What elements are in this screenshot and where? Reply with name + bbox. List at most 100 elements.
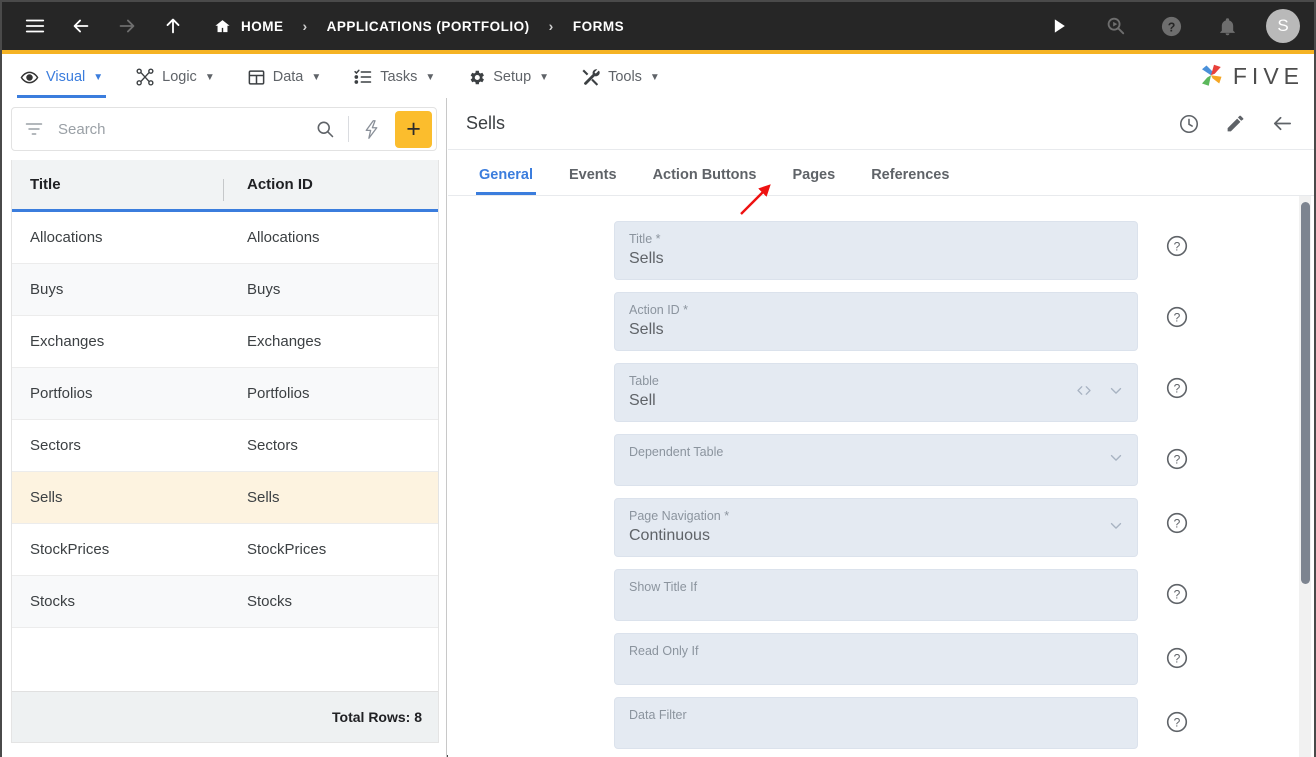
tab-general[interactable]: General <box>468 167 544 195</box>
chevron-down-icon[interactable] <box>1107 381 1125 404</box>
table-row[interactable]: StockPrices StockPrices <box>12 524 438 576</box>
eye-icon <box>20 68 39 87</box>
field-value: Sells <box>629 250 664 267</box>
field-label: Dependent Table <box>629 445 724 459</box>
page-title: Sells <box>466 113 506 133</box>
table-row[interactable]: Exchanges Exchanges <box>12 316 438 368</box>
menu-item-tasks[interactable]: Tasks ▼ <box>353 54 435 98</box>
breadcrumb-item-home[interactable]: HOME <box>241 19 284 34</box>
table-row[interactable]: Allocations Allocations <box>12 212 438 264</box>
menu-item-label: Visual <box>46 69 86 85</box>
menu-item-visual[interactable]: Visual ▼ <box>16 54 107 98</box>
form-row: Data Filter ? <box>448 697 1314 749</box>
column-header-title[interactable]: Title <box>12 176 224 201</box>
detail-header-actions <box>1178 112 1294 135</box>
tab-events[interactable]: Events <box>558 167 628 195</box>
code-brackets-icon[interactable] <box>1075 381 1093 404</box>
field-read-only-if[interactable]: Read Only If <box>614 633 1138 685</box>
tab-pages[interactable]: Pages <box>781 167 846 195</box>
menu-item-tools[interactable]: Tools ▼ <box>581 54 660 98</box>
field-show-title-if[interactable]: Show Title If <box>614 569 1138 621</box>
search-icon[interactable] <box>306 119 344 139</box>
pencil-edit-icon[interactable] <box>1225 113 1246 134</box>
field-label: Action ID * <box>629 303 689 317</box>
menu-item-label: Data <box>272 69 304 85</box>
field-page-navigation[interactable]: Page Navigation * Continuous <box>614 498 1138 557</box>
help-circle-icon[interactable]: ? <box>1165 511 1189 535</box>
help-circle-icon[interactable]: ? <box>1165 646 1189 670</box>
back-arrow-icon[interactable] <box>64 9 98 43</box>
breadcrumb-item-forms[interactable]: FORMS <box>573 19 624 34</box>
field-label: Page Navigation * <box>629 509 730 523</box>
form-row: Dependent Table ? <box>448 434 1314 486</box>
avatar[interactable]: S <box>1266 9 1300 43</box>
application-window: HOME › APPLICATIONS (PORTFOLIO) › FORMS … <box>0 0 1316 757</box>
five-logo-mark <box>1201 64 1222 86</box>
menu-item-label: Logic <box>162 69 197 85</box>
table-row-selected[interactable]: Sells Sells <box>12 472 438 524</box>
svg-text:?: ? <box>1174 382 1181 396</box>
field-action-id[interactable]: Action ID * Sells <box>614 292 1138 351</box>
up-arrow-icon[interactable] <box>156 9 190 43</box>
add-form-button[interactable]: + <box>395 110 432 148</box>
table-footer: Total Rows: 8 <box>12 691 438 742</box>
column-header-action-id[interactable]: Action ID <box>224 176 438 193</box>
field-label: Data Filter <box>629 708 687 722</box>
flash-lightning-icon[interactable] <box>353 119 390 140</box>
field-table[interactable]: Table Sell <box>614 363 1138 422</box>
menu-item-logic[interactable]: Logic ▼ <box>135 54 215 98</box>
hamburger-menu-icon[interactable] <box>18 9 52 43</box>
menu-item-setup[interactable]: Setup ▼ <box>467 54 549 98</box>
cell-title: Portfolios <box>30 385 93 402</box>
menu-item-label: Setup <box>493 69 532 85</box>
chevron-down-icon[interactable] <box>1107 449 1125 472</box>
help-circle-icon[interactable]: ? <box>1165 305 1189 329</box>
run-play-icon[interactable] <box>1042 9 1076 43</box>
search-bar: + <box>11 107 437 151</box>
table-body: Allocations Allocations Buys Buys Exchan… <box>12 212 438 691</box>
search-run-icon[interactable] <box>1098 9 1132 43</box>
menu-item-data[interactable]: Data ▼ <box>247 54 321 98</box>
menu-item-label: Tools <box>608 69 642 85</box>
help-circle-icon[interactable]: ? <box>1165 710 1189 734</box>
form-row: Table Sell ? <box>448 363 1314 422</box>
cell-title: Buys <box>30 281 64 298</box>
svg-text:?: ? <box>1174 517 1181 531</box>
tab-references[interactable]: References <box>860 167 960 195</box>
five-logo-text: FIVE <box>1232 62 1304 89</box>
table-row[interactable]: Portfolios Portfolios <box>12 368 438 420</box>
logic-nodes-icon <box>135 67 155 87</box>
table-row[interactable]: Buys Buys <box>12 264 438 316</box>
svg-text:?: ? <box>1174 716 1181 730</box>
forward-arrow-icon[interactable] <box>110 9 144 43</box>
scrollbar-thumb[interactable] <box>1301 202 1310 584</box>
help-circle-icon[interactable]: ? <box>1165 582 1189 606</box>
field-dependent-table[interactable]: Dependent Table <box>614 434 1138 486</box>
form-scrollbar[interactable] <box>1299 196 1311 757</box>
history-clock-icon[interactable] <box>1178 113 1200 135</box>
field-value: Sell <box>629 392 656 409</box>
detail-tabs: General Events Action Buttons Pages Refe… <box>448 150 1314 196</box>
field-data-filter[interactable]: Data Filter <box>614 697 1138 749</box>
table-row[interactable]: Stocks Stocks <box>12 576 438 628</box>
chevron-down-icon[interactable] <box>1107 516 1125 539</box>
cell-action-id: Allocations <box>247 229 320 246</box>
home-icon[interactable] <box>212 16 232 36</box>
close-back-button[interactable] <box>1271 112 1294 135</box>
help-circle-icon[interactable]: ? <box>1165 447 1189 471</box>
form-detail-panel: Sells General Events Action Buttons Page… <box>448 98 1314 757</box>
bell-icon[interactable] <box>1210 9 1244 43</box>
help-circle-icon[interactable]: ? <box>1165 376 1189 400</box>
tools-icon <box>581 67 601 87</box>
help-circle-icon[interactable]: ? <box>1165 234 1189 258</box>
help-circle-icon[interactable]: ? <box>1154 9 1188 43</box>
filter-icon[interactable] <box>24 119 44 139</box>
cell-action-id: Sells <box>247 489 280 506</box>
table-row[interactable]: Sectors Sectors <box>12 420 438 472</box>
breadcrumb-item-applications[interactable]: APPLICATIONS (PORTFOLIO) <box>327 19 530 34</box>
svg-text:?: ? <box>1174 311 1181 325</box>
tab-action-buttons[interactable]: Action Buttons <box>642 167 768 195</box>
field-title[interactable]: Title * Sells <box>614 221 1138 280</box>
search-input[interactable] <box>58 120 306 138</box>
total-rows-label: Total Rows: 8 <box>332 709 422 725</box>
